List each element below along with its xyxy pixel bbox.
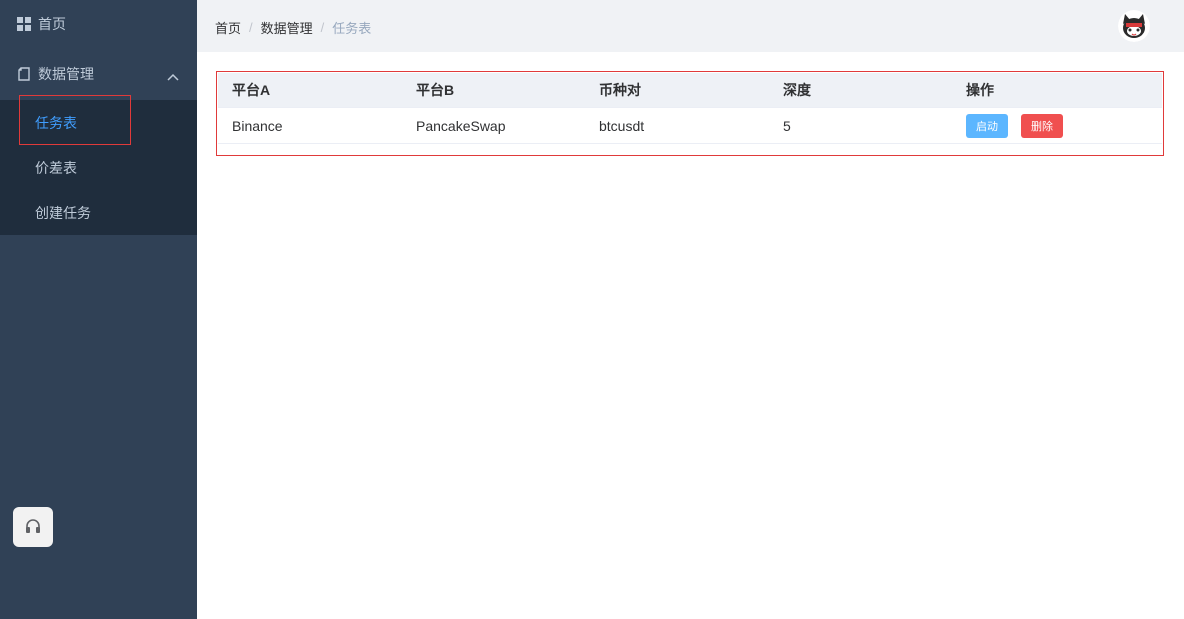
avatar-icon: [1118, 10, 1150, 42]
menu-data-label: 数据管理: [38, 66, 94, 82]
breadcrumb-item-home[interactable]: 首页: [215, 18, 241, 37]
sidebar-item-tasks[interactable]: 任务表: [0, 100, 197, 145]
document-icon: [16, 66, 32, 82]
table-header: 平台A 平台B 币种对 深度 操作: [218, 73, 1162, 108]
sidebar: 首页 数据管理 任务表 价差表 创建任务: [0, 0, 197, 619]
breadcrumb-separator: /: [249, 20, 253, 35]
menu-home-label: 首页: [38, 16, 66, 32]
cell-depth: 5: [783, 117, 791, 134]
breadcrumb: 首页 / 数据管理 / 任务表: [215, 18, 371, 37]
table-row: Binance PancakeSwap btcusdt 5 启动 删除: [218, 108, 1162, 144]
column-header-platform-a: 平台A: [232, 82, 271, 98]
column-header-actions: 操作: [966, 82, 994, 98]
menu-item-home[interactable]: 首页: [0, 0, 197, 48]
menu-item-data-management[interactable]: 数据管理: [0, 50, 197, 98]
cell-platform-a: Binance: [232, 117, 283, 134]
cell-pair: btcusdt: [599, 117, 645, 134]
cell-platform-b: PancakeSwap: [416, 117, 506, 134]
delete-button[interactable]: 删除: [1021, 113, 1063, 138]
start-button[interactable]: 启动: [966, 113, 1008, 138]
grid-icon: [16, 16, 32, 32]
support-button[interactable]: [13, 507, 53, 547]
avatar[interactable]: [1118, 10, 1150, 42]
breadcrumb-item-current: 任务表: [332, 21, 372, 36]
cell-actions: 启动 删除: [966, 108, 1063, 143]
column-header-platform-b: 平台B: [416, 82, 455, 98]
chevron-up-icon: [167, 68, 179, 84]
task-table: 平台A 平台B 币种对 深度 操作 Binance PancakeSwap bt…: [216, 71, 1164, 156]
column-header-pair: 币种对: [599, 82, 641, 98]
breadcrumb-item-data-management[interactable]: 数据管理: [261, 18, 313, 37]
breadcrumb-separator: /: [320, 20, 325, 35]
sidebar-item-create-task[interactable]: 创建任务: [0, 190, 197, 235]
column-header-depth: 深度: [783, 82, 811, 98]
headset-icon: [24, 517, 42, 538]
sidebar-item-spread-table[interactable]: 价差表: [0, 145, 197, 190]
top-bar: 首页 / 数据管理 / 任务表: [197, 0, 1184, 52]
submenu-data-management: 任务表 价差表 创建任务: [0, 100, 197, 235]
